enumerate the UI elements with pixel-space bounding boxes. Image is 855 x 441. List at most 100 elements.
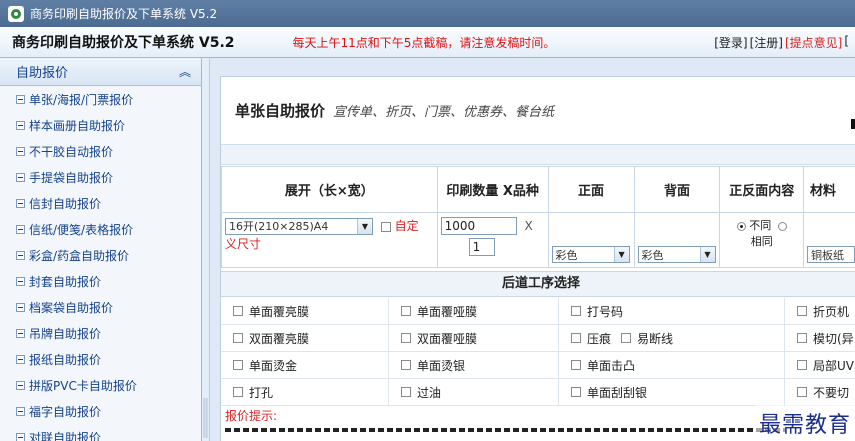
process-option[interactable]: 折页机 [785, 298, 855, 324]
custom-size-checkbox[interactable] [380, 221, 391, 232]
process-section-title: 后道工序选择 [221, 271, 855, 297]
main-area: 单张自助报价 宣传单、折页、门票、优惠券、餐台纸 展开（长×宽） 印刷数量 X品… [210, 58, 855, 441]
collapse-box-icon [16, 380, 25, 390]
collapse-box-icon [16, 146, 25, 156]
panel-splitter[interactable] [202, 58, 210, 441]
login-link[interactable]: [登录] [714, 34, 747, 51]
sidebar-item-hang-tag[interactable]: 吊牌自助报价 [0, 320, 201, 346]
checkbox[interactable] [233, 360, 243, 370]
sidebar-item-label: 档案袋自助报价 [29, 300, 114, 315]
process-option[interactable]: 单面烫银 [389, 352, 559, 378]
checkbox[interactable] [401, 387, 411, 397]
sidebar-item-pvc-card[interactable]: 拼版PVC卡自助报价 [0, 372, 201, 398]
quote-hint-label: 报价提示: [225, 409, 278, 423]
quantity-input[interactable]: 1000 [440, 217, 517, 235]
collapse-icon[interactable]: ︽ [179, 63, 191, 80]
front-select-value: 彩色 [555, 248, 578, 262]
process-option[interactable]: 压痕 易断线 [559, 325, 785, 351]
checkbox[interactable] [401, 306, 411, 316]
process-option[interactable]: 过油 [389, 379, 559, 405]
content-same-radio[interactable] [777, 221, 787, 231]
material-select-value: 铜板纸 [810, 248, 844, 262]
process-option[interactable]: 模切(异 [785, 325, 855, 351]
option-label: 不要切 [813, 385, 850, 400]
col-header-back: 背面 [633, 166, 721, 213]
process-option[interactable]: 局部UV [785, 352, 855, 378]
checkbox[interactable] [401, 360, 411, 370]
register-link[interactable]: [注册] [750, 34, 783, 51]
sidebar-item-file-bag[interactable]: 档案袋自助报价 [0, 294, 201, 320]
col-header-quantity: 印刷数量 X品种 [436, 166, 549, 213]
app-name: 商务印刷自助报价及下单系统 V5.2 [12, 35, 235, 51]
chevron-down-icon[interactable]: ▼ [613, 247, 629, 262]
sidebar-item-couplet[interactable]: 对联自助报价 [0, 424, 201, 441]
sidebar-item-flyer[interactable]: 单张/海报/门票报价 [0, 86, 201, 112]
sidebar-item-color-box[interactable]: 彩盒/药盒自助报价 [0, 242, 201, 268]
window-title: 商务印刷自助报价及下单系统 V5.2 [30, 7, 218, 21]
checkbox[interactable] [797, 360, 807, 370]
checkbox[interactable] [621, 333, 632, 343]
process-option[interactable]: 单面烫金 [221, 352, 389, 378]
chevron-down-icon[interactable]: ▼ [357, 218, 372, 234]
checkbox[interactable] [571, 387, 581, 397]
sidebar-item-label: 样本画册自助报价 [29, 118, 126, 133]
checkbox[interactable] [797, 306, 807, 316]
page-title: 单张自助报价 [235, 102, 326, 120]
checkbox[interactable] [571, 333, 581, 343]
front-color-select[interactable]: 彩色 ▼ [551, 246, 630, 263]
process-row: 单面烫金 单面烫银 单面击凸 局部UV [221, 352, 855, 379]
content-different-radio[interactable] [736, 221, 746, 231]
checkbox[interactable] [233, 387, 243, 397]
process-option[interactable]: 单面刮刮银 [559, 379, 785, 405]
process-option[interactable]: 不要切 [785, 379, 855, 405]
col-header-size: 展开（长×宽） [221, 166, 438, 213]
checkbox[interactable] [797, 387, 807, 397]
sidebar-item-envelope[interactable]: 信封自助报价 [0, 190, 201, 216]
material-select[interactable]: 铜板纸 [806, 246, 855, 263]
sidebar-item-fu-character[interactable]: 福字自助报价 [0, 398, 201, 424]
size-select[interactable]: 16开(210×285)A4 ▼ [225, 217, 373, 235]
process-option[interactable]: 单面击凸 [559, 352, 785, 378]
sidebar-item-label: 拼版PVC卡自助报价 [29, 378, 137, 393]
checkbox[interactable] [233, 333, 243, 343]
checkbox[interactable] [401, 333, 411, 343]
sidebar-item-label: 福字自助报价 [29, 404, 102, 419]
sidebar: 自助报价 ︽ 单张/海报/门票报价 样本画册自助报价 不干胶自动报价 手提袋自助… [0, 58, 202, 441]
option-label: 模切(异 [813, 331, 854, 346]
corner-mark [851, 119, 855, 129]
process-option[interactable]: 单面覆哑膜 [389, 298, 559, 324]
sidebar-item-newspaper[interactable]: 报纸自助报价 [0, 346, 201, 372]
feedback-link[interactable]: [提点意见] [785, 34, 842, 51]
checkbox[interactable] [233, 306, 243, 316]
checkbox[interactable] [797, 333, 807, 343]
sidebar-item-letterhead[interactable]: 信纸/便笺/表格报价 [0, 216, 201, 242]
sidebar-item-folder[interactable]: 封套自助报价 [0, 268, 201, 294]
back-color-select[interactable]: 彩色 ▼ [637, 246, 716, 263]
sidebar-item-brochure[interactable]: 样本画册自助报价 [0, 112, 201, 138]
size-cell: 16开(210×285)A4 ▼ 自定 义尺寸 [221, 212, 438, 268]
more-link[interactable]: [ [844, 34, 849, 51]
splitter-grip[interactable] [203, 398, 208, 438]
front-cell: 彩色 ▼ [547, 212, 635, 268]
checkbox[interactable] [571, 360, 581, 370]
variety-input[interactable]: 1 [468, 238, 495, 256]
collapse-box-icon [16, 250, 25, 260]
app-header: 商务印刷自助报价及下单系统 V5.2 每天上午11点和下午5点截稿，请注意发稿时… [0, 27, 855, 58]
sidebar-item-handbag[interactable]: 手提袋自助报价 [0, 164, 201, 190]
checkbox[interactable] [571, 306, 581, 316]
collapse-box-icon [16, 198, 25, 208]
custom-size-label-2: 义尺寸 [225, 236, 262, 251]
option-label: 单面覆亮膜 [249, 304, 310, 319]
quote-panel: 单张自助报价 宣传单、折页、门票、优惠券、餐台纸 展开（长×宽） 印刷数量 X品… [220, 76, 855, 441]
option-label: 压痕 [587, 331, 612, 346]
process-option[interactable]: 打号码 [559, 298, 785, 324]
process-option[interactable]: 双面覆亮膜 [221, 325, 389, 351]
sidebar-title: 自助报价 [16, 66, 69, 81]
process-option[interactable]: 双面覆哑膜 [389, 325, 559, 351]
sidebar-header[interactable]: 自助报价 ︽ [0, 58, 201, 86]
sidebar-item-sticker[interactable]: 不干胶自动报价 [0, 138, 201, 164]
chevron-down-icon[interactable]: ▼ [699, 247, 715, 262]
process-option[interactable]: 打孔 [221, 379, 389, 405]
deadline-notice: 每天上午11点和下午5点截稿，请注意发稿时间。 [292, 35, 556, 50]
process-option[interactable]: 单面覆亮膜 [221, 298, 389, 324]
